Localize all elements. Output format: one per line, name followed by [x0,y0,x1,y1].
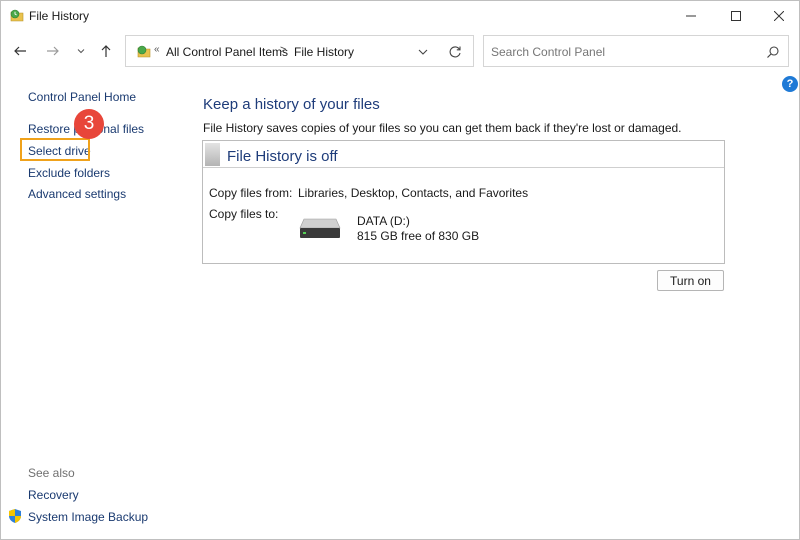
close-icon [774,11,784,21]
minimize-button[interactable] [669,1,713,31]
page-title: Keep a history of your files [203,96,380,113]
title-bar: File History [1,1,799,31]
forward-button[interactable] [43,41,63,61]
sidebar-control-panel-home[interactable]: Control Panel Home [28,90,136,104]
copy-from-label: Copy files from: [209,186,293,200]
close-button[interactable] [757,1,800,31]
see-also-recovery[interactable]: Recovery [28,488,79,502]
search-icon[interactable] [765,44,781,60]
search-box[interactable]: Search Control Panel [483,35,789,67]
chevron-down-icon [77,49,85,54]
recent-locations-button[interactable] [71,41,91,61]
back-button[interactable] [10,41,30,61]
search-input[interactable]: Search Control Panel [491,45,605,59]
annotation-step-badge: 3 [74,109,104,139]
file-history-app-icon [10,9,24,22]
arrow-up-icon [101,45,111,57]
breadcrumb-separator[interactable]: > [280,44,286,56]
help-icon[interactable]: ? [782,76,798,92]
see-also-system-image-backup[interactable]: System Image Backup [28,510,148,524]
status-indicator [205,143,220,166]
turn-on-button[interactable]: Turn on [657,270,724,291]
breadcrumb-all-control-panel-items[interactable]: All Control Panel Items [166,45,288,59]
sidebar-item-advanced-settings[interactable]: Advanced settings [28,187,126,201]
address-dropdown-button[interactable] [415,44,431,60]
status-title: File History is off [227,148,338,165]
see-also-heading: See also [28,466,75,480]
refresh-button[interactable] [447,44,463,60]
control-panel-icon [137,45,151,58]
window-title: File History [29,9,90,23]
status-panel-header: File History is off [203,141,724,168]
refresh-icon [449,46,461,58]
up-button[interactable] [96,41,116,61]
arrow-left-icon [14,46,26,56]
copy-from-value: Libraries, Desktop, Contacts, and Favori… [298,186,529,200]
arrow-right-icon [47,46,59,56]
uac-shield-icon [9,509,21,523]
breadcrumb-file-history[interactable]: File History [294,45,354,59]
maximize-icon [731,11,741,21]
hard-drive-icon [299,218,341,238]
drive-free-space: 815 GB free of 830 GB [357,229,480,243]
address-bar[interactable]: « All Control Panel Items > File History [125,35,474,67]
copy-to-label: Copy files to: [209,207,279,221]
page-description: File History saves copies of your files … [203,121,682,135]
navigation-bar: « All Control Panel Items > File History… [1,31,799,73]
chevron-down-icon [418,49,428,55]
file-history-window: File History « All Control Panel Items >… [0,0,800,540]
drive-name: DATA (D:) [357,214,410,228]
annotation-highlight-box [20,138,90,161]
sidebar-item-exclude-folders[interactable]: Exclude folders [28,166,110,180]
address-overflow-chevron[interactable]: « [154,44,160,55]
maximize-button[interactable] [714,1,758,31]
minimize-icon [686,15,696,17]
file-history-status-panel: File History is off Copy files from: Lib… [202,140,725,264]
